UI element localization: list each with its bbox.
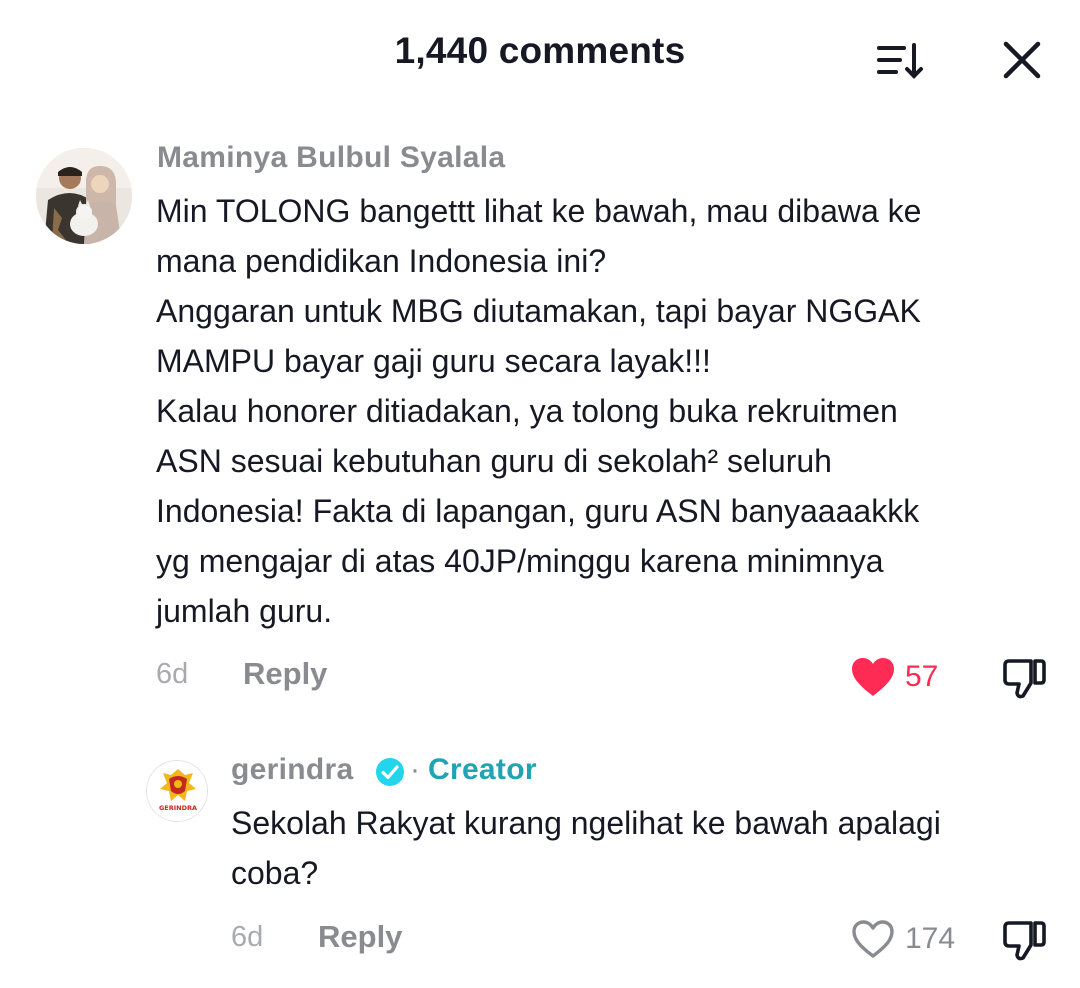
gerindra-logo-text: GERINDRA (159, 804, 197, 812)
creator-badge: Creator (428, 753, 537, 786)
like-count: 57 (905, 660, 939, 693)
heart-filled-icon[interactable] (850, 656, 896, 698)
reply-button[interactable]: Reply (243, 656, 327, 692)
comment-timestamp: 6d (156, 658, 189, 690)
comment-text: Sekolah Rakyat kurang ngelihat ke bawah … (231, 805, 941, 891)
close-icon[interactable] (1000, 38, 1044, 82)
thumbs-down-icon[interactable] (1001, 918, 1047, 962)
like-count: 174 (905, 922, 956, 955)
comments-header: 1,440 comments (0, 0, 1080, 110)
thumbs-down-icon[interactable] (1001, 656, 1047, 700)
comment-username[interactable]: Maminya Bulbul Syalala (157, 141, 505, 175)
separator-dot: · (410, 753, 420, 786)
heart-outline-icon[interactable] (850, 918, 896, 960)
comment-username[interactable]: gerindra (231, 753, 353, 787)
reply-button[interactable]: Reply (318, 919, 402, 955)
comment-timestamp: 6d (231, 921, 264, 953)
user-avatar[interactable]: GERINDRA (146, 760, 208, 822)
user-avatar[interactable] (36, 148, 132, 244)
sort-icon[interactable] (874, 40, 926, 82)
verified-badge-icon (375, 757, 405, 787)
comment-text: Min TOLONG bangettt lihat ke bawah, mau … (156, 193, 922, 629)
